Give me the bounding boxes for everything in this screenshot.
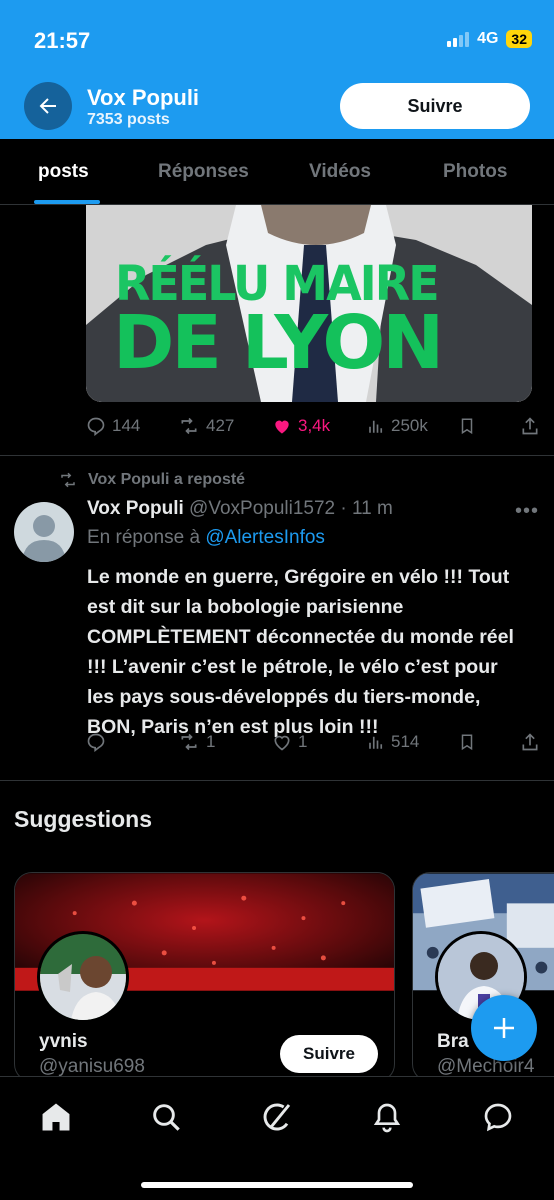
- suggestion-avatar[interactable]: [37, 931, 129, 1023]
- search-icon: [153, 1104, 180, 1131]
- repost-icon: [61, 472, 75, 488]
- plus-icon: [494, 1018, 514, 1038]
- bookmark-button[interactable]: [458, 732, 476, 752]
- like-count: 3,4k: [298, 416, 331, 435]
- reply-button[interactable]: 144: [86, 416, 140, 436]
- views-icon: [369, 736, 383, 749]
- like-button[interactable]: 1: [272, 732, 307, 752]
- bookmark-button[interactable]: [458, 416, 476, 436]
- profile-tabs: posts Réponses Vidéos Photos: [0, 139, 554, 205]
- author-handle[interactable]: @VoxPopuli1572: [189, 498, 335, 519]
- tab-posts[interactable]: posts: [38, 161, 89, 183]
- section-divider: [0, 780, 554, 781]
- nav-home[interactable]: [36, 1097, 76, 1137]
- suggestion-name: yvnis: [39, 1031, 88, 1052]
- tweet-text: Le monde en guerre, Grégoire en vélo !!!…: [87, 566, 514, 738]
- heart-icon: [274, 735, 290, 751]
- reply-icon: [87, 417, 105, 436]
- tab-photos[interactable]: Photos: [443, 161, 507, 183]
- views-count: 514: [391, 732, 420, 751]
- suggestion-name: Bra: [437, 1031, 469, 1052]
- post-divider: [0, 455, 554, 456]
- views-button[interactable]: 250k: [367, 416, 428, 436]
- tab-videos[interactable]: Vidéos: [309, 161, 371, 183]
- share-icon: [522, 733, 538, 751]
- like-count: 1: [298, 732, 308, 751]
- repost-count: 427: [206, 416, 235, 435]
- status-indicators: 4G 32: [447, 30, 532, 48]
- repost-button[interactable]: 1: [178, 732, 215, 752]
- nav-grok[interactable]: [257, 1097, 297, 1137]
- status-time: 21:57: [34, 28, 91, 53]
- grok-icon: [263, 1103, 291, 1131]
- tab-replies[interactable]: Réponses: [158, 161, 249, 183]
- repost-icon: [181, 733, 197, 751]
- repost-count: 1: [206, 732, 216, 751]
- repost-indicator: Vox Populi a reposté: [58, 471, 245, 489]
- signal-icon: [447, 31, 470, 47]
- share-button[interactable]: [520, 416, 540, 436]
- repost-label: Vox Populi a reposté: [88, 471, 246, 488]
- bookmark-icon: [461, 418, 473, 435]
- avatar[interactable]: [14, 502, 74, 562]
- arrow-left-icon: [39, 98, 56, 114]
- notifications-icon: [373, 1103, 401, 1133]
- image-caption-line2: DE LYON: [113, 300, 444, 386]
- views-count: 250k: [391, 416, 428, 435]
- tweet-header: Vox Populi @VoxPopuli1572 · 11 m: [87, 498, 393, 520]
- active-tab-indicator: [34, 200, 100, 204]
- like-button[interactable]: 3,4k: [272, 416, 330, 436]
- share-button[interactable]: [520, 732, 540, 752]
- nav-search[interactable]: [146, 1097, 186, 1137]
- back-button[interactable]: [24, 82, 72, 130]
- follow-button[interactable]: Suivre: [340, 83, 530, 129]
- posts-count: 7353 posts: [87, 111, 170, 128]
- profile-header: 21:57 4G 32 Vox Populi 7353 posts Suivre: [0, 0, 554, 139]
- network-type: 4G: [477, 30, 499, 47]
- default-avatar-icon: [22, 515, 66, 562]
- reply-icon: [87, 733, 105, 752]
- author-name[interactable]: Vox Populi: [87, 498, 184, 519]
- battery-icon: 32: [506, 30, 532, 48]
- suggestion-follow-button[interactable]: Suivre: [280, 1035, 378, 1073]
- home-indicator: [141, 1182, 413, 1188]
- more-options-icon[interactable]: •••: [515, 500, 539, 523]
- profile-name: Vox Populi: [87, 85, 200, 110]
- suggestion-card[interactable]: yvnis @yanisu698 Suivre: [14, 872, 395, 1082]
- views-button[interactable]: 514: [367, 732, 419, 752]
- reply-mention-link[interactable]: @AlertesInfos: [205, 527, 325, 548]
- views-icon: [369, 420, 383, 433]
- nav-notifications[interactable]: [367, 1097, 407, 1137]
- messages-icon: [484, 1103, 512, 1132]
- repost-icon: [181, 417, 197, 435]
- heart-filled-icon: [275, 420, 289, 434]
- repost-button[interactable]: 427: [178, 416, 234, 436]
- nav-messages[interactable]: [478, 1097, 518, 1137]
- reply-prefix: En réponse à: [87, 527, 206, 548]
- suggestion-handle: @yanisu698: [39, 1056, 145, 1077]
- share-icon: [522, 417, 538, 435]
- suggestions-title: Suggestions: [14, 806, 153, 832]
- reply-count: 144: [112, 416, 141, 435]
- reply-button[interactable]: [86, 732, 112, 752]
- tweet-time: · 11 m: [335, 498, 393, 519]
- suggestion-handle: @Mechoir4: [437, 1056, 535, 1077]
- avatar-image: [40, 934, 126, 1020]
- home-icon: [42, 1103, 70, 1131]
- bookmark-icon: [461, 734, 473, 751]
- reply-context: En réponse à @AlertesInfos: [87, 527, 325, 549]
- compose-button[interactable]: [471, 995, 537, 1061]
